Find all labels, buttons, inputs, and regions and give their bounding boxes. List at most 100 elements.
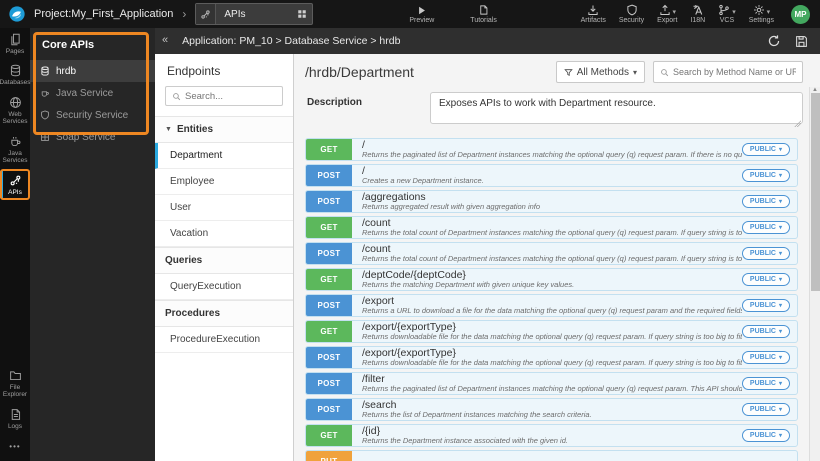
access-dropdown[interactable]: PUBLIC ▾	[741, 247, 790, 260]
api-row[interactable]: POST / Creates a new Department instance.…	[305, 164, 798, 187]
endpoint-item-department[interactable]: Department	[155, 143, 293, 169]
chevron-down-icon: ▾	[778, 329, 782, 335]
play-icon	[419, 6, 426, 14]
access-dropdown[interactable]: PUBLIC ▾	[741, 403, 790, 416]
access-dropdown[interactable]: PUBLIC ▾	[741, 169, 790, 182]
api-row[interactable]: POST /aggregations Returns aggregated res…	[305, 190, 798, 213]
service-item-label: Security Service	[56, 109, 129, 121]
section-procedures[interactable]: Procedures	[155, 300, 293, 327]
preview-button[interactable]: Preview	[409, 5, 434, 24]
topbar-actions: Artifacts Security ▾ Export I18N ▾ VCS ▾…	[581, 4, 810, 24]
api-row[interactable]: PUT	[305, 450, 798, 461]
service-item-java-service[interactable]: Java Service	[30, 82, 155, 104]
endpoint-item-user[interactable]: User	[155, 195, 293, 221]
vcs-label: VCS	[719, 17, 735, 24]
shield-icon	[626, 4, 637, 16]
api-row[interactable]: GET /deptCode/{deptCode} Returns the matc…	[305, 268, 798, 291]
service-item-soap-service[interactable]: Soap Service	[30, 126, 155, 148]
endpoints-search[interactable]	[165, 86, 283, 106]
api-row[interactable]: POST /search Returns the list of Departme…	[305, 398, 798, 421]
api-description: Returns downloadable file for the data m…	[362, 331, 742, 341]
sidebar-item-java-services[interactable]: Java Services	[0, 130, 30, 169]
api-endpoint-list: GET / Returns the paginated list of Depar…	[294, 136, 820, 461]
wavemaker-logo[interactable]	[0, 0, 34, 28]
chevron-down-icon: ▾	[778, 433, 782, 439]
scrollbar-thumb[interactable]	[811, 93, 820, 291]
i18n-button[interactable]: I18N	[690, 4, 705, 24]
access-dropdown[interactable]: PUBLIC ▾	[741, 143, 790, 156]
api-row[interactable]: POST /filter Returns the paginated list o…	[305, 372, 798, 395]
sidebar-item-apis[interactable]: APIs	[0, 168, 30, 201]
sidebar-item-pages[interactable]: Pages	[0, 28, 30, 59]
api-description: Returns the Department instance associat…	[362, 435, 568, 445]
download-icon	[588, 5, 598, 15]
service-item-hrdb[interactable]: hrdb	[30, 60, 155, 82]
access-dropdown[interactable]: PUBLIC ▾	[741, 195, 790, 208]
method-search-input[interactable]	[673, 67, 796, 77]
endpoint-item-procedureexecution[interactable]: ProcedureExecution	[155, 327, 293, 353]
api-row[interactable]: POST /export Returns a URL to download a …	[305, 294, 798, 317]
api-row[interactable]: GET /count Returns the total count of Dep…	[305, 216, 798, 239]
access-dropdown[interactable]: PUBLIC ▾	[741, 429, 790, 442]
method-badge: GET	[306, 321, 352, 342]
endpoint-item-queryexecution[interactable]: QueryExecution	[155, 274, 293, 300]
api-row[interactable]: POST /count Returns the total count of De…	[305, 242, 798, 265]
section-entities[interactable]: ▼ Entities	[155, 116, 293, 143]
endpoints-title: Endpoints	[167, 64, 221, 78]
collapse-panel-icon[interactable]: «	[155, 34, 174, 48]
method-search[interactable]	[653, 61, 803, 83]
refresh-icon[interactable]	[767, 34, 781, 48]
coffee-icon	[40, 88, 50, 98]
access-dropdown[interactable]: PUBLIC ▾	[741, 221, 790, 234]
endpoint-item-vacation[interactable]: Vacation	[155, 221, 293, 247]
vertical-scrollbar[interactable]: ▲	[809, 87, 820, 461]
access-dropdown[interactable]: PUBLIC ▾	[741, 377, 790, 390]
endpoints-search-input[interactable]	[185, 90, 275, 102]
chevron-down-icon: ▾	[632, 67, 637, 77]
service-item-label: Soap Service	[56, 131, 116, 143]
access-dropdown[interactable]: PUBLIC ▾	[741, 351, 790, 364]
api-row[interactable]: GET / Returns the paginated list of Depar…	[305, 138, 798, 161]
sidebar-item-logs[interactable]: Logs	[0, 403, 30, 434]
api-description: Returns the matching Department with giv…	[362, 279, 575, 289]
filter-icon	[563, 68, 573, 76]
tab-apis[interactable]: APIs	[195, 3, 314, 25]
settings-button[interactable]: ▾ Settings	[749, 4, 774, 24]
api-description: Creates a new Department instance.	[362, 175, 484, 185]
save-icon[interactable]	[795, 35, 808, 48]
branch-icon	[719, 4, 729, 16]
more-icon[interactable]: •••	[0, 434, 30, 461]
access-dropdown[interactable]: PUBLIC ▾	[741, 273, 790, 286]
api-description: Returns the total count of Department in…	[362, 253, 742, 263]
sidebar-item-web-services[interactable]: Web Services	[0, 91, 30, 130]
sidebar-item-databases[interactable]: Databases	[0, 59, 31, 90]
rail-label: Web Services	[2, 110, 28, 126]
methods-filter-dropdown[interactable]: All Methods ▾	[555, 61, 645, 83]
artifacts-button[interactable]: Artifacts	[581, 4, 606, 24]
endpoint-item-employee[interactable]: Employee	[155, 169, 293, 195]
chevron-down-icon: ▾	[778, 199, 782, 205]
export-button[interactable]: ▾ Export	[657, 4, 677, 24]
access-dropdown[interactable]: PUBLIC ▾	[741, 325, 790, 338]
description-textarea[interactable]: Exposes APIs to work with Department res…	[430, 92, 803, 124]
vcs-button[interactable]: ▾ VCS	[718, 4, 736, 24]
section-queries[interactable]: Queries	[155, 247, 293, 274]
grid-icon[interactable]	[297, 9, 307, 19]
search-icon	[661, 68, 669, 76]
tutorials-button[interactable]: Tutorials	[470, 4, 497, 24]
api-description: Returns a URL to download a file for the…	[362, 305, 742, 315]
pages-icon	[10, 33, 20, 46]
user-avatar[interactable]: MP	[791, 4, 810, 24]
api-row[interactable]: GET /export/{exportType} Returns download…	[305, 320, 798, 343]
access-dropdown[interactable]: PUBLIC ▾	[741, 299, 790, 312]
chevron-down-icon: ▾	[732, 9, 736, 16]
logo-icon	[9, 6, 25, 22]
security-label: Security	[618, 17, 645, 24]
chevron-right-icon: ›	[182, 7, 187, 21]
sidebar-item-file-explorer[interactable]: File Explorer	[0, 364, 30, 403]
api-row[interactable]: GET /{id} Returns the Department instance…	[305, 424, 798, 447]
api-row[interactable]: POST /export/{exportType} Returns downloa…	[305, 346, 798, 369]
chevron-down-icon: ▾	[766, 9, 771, 16]
service-item-security-service[interactable]: Security Service	[30, 104, 155, 126]
security-button[interactable]: Security	[619, 4, 644, 24]
